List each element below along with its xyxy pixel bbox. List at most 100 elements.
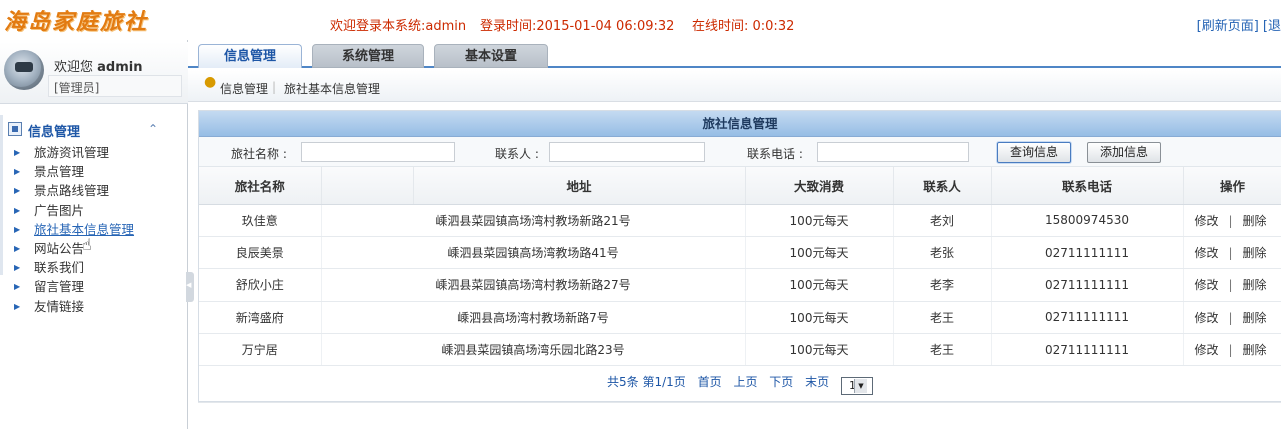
action-separator: | [1228,278,1233,293]
phone-label: 联系电话 : [747,147,803,161]
cell-address: 嵊泗县菜园镇高场湾乐园北路23号 [321,333,746,367]
sidebar-item-contact-us[interactable]: 联系我们 [14,258,184,277]
table-row: 舒欣小庄 嵊泗县菜园镇高场湾村教场新路27号 100元每天 老李 0271111… [199,268,1281,302]
site-logo: 海岛家庭旅社 [4,9,149,35]
refresh-page-link[interactable]: [刷新页面] [退 [1197,15,1281,34]
tab-system-management[interactable]: 系统管理 [312,44,424,68]
delete-link[interactable]: 删除 [1243,214,1267,228]
cell-cost: 100元每天 [745,268,894,302]
last-page-link[interactable]: 末页 [805,375,829,389]
phone-input[interactable] [817,142,969,162]
sidebar-item-label: 景点管理 [34,164,85,180]
delete-link[interactable]: 删除 [1243,278,1267,292]
cell-contact: 老王 [893,301,992,335]
top-header: 海岛家庭旅社 欢迎登录本系统:admin 登录时间:2015-01-04 06:… [0,0,1281,40]
cell-address: 嵊泗县菜园镇高场湾村教场新路21号 [321,204,746,237]
col-header-blank [321,167,414,205]
hostel-table: 旅社名称 地址 大致消费 联系人 联系电话 操作 玖佳意 嵊泗县菜园镇高场湾村教… [199,167,1281,367]
next-page-link[interactable]: 下页 [769,375,793,389]
user-welcome: 欢迎您 admin [54,56,143,75]
cell-phone: 02711111111 [991,236,1184,270]
edit-link[interactable]: 修改 [1194,214,1218,228]
col-header-phone: 联系电话 [991,167,1184,205]
query-button[interactable]: 查询信息 [997,142,1071,163]
delete-link[interactable]: 删除 [1243,246,1267,260]
welcome-message: 欢迎登录本系统:admin [330,19,467,34]
action-separator: | [1228,246,1233,261]
chevron-down-icon: ▼ [853,379,867,394]
table-row: 玖佳意 嵊泗县菜园镇高场湾村教场新路21号 100元每天 老刘 15800974… [199,204,1281,237]
cell-cost: 100元每天 [745,236,894,270]
edit-link[interactable]: 修改 [1194,343,1218,357]
tab-info-management[interactable]: 信息管理 [198,44,302,68]
hostel-name-input[interactable] [301,142,455,162]
sidebar-item-scenic-spots[interactable]: 景点管理 [14,162,184,181]
cell-cost: 100元每天 [745,204,894,237]
delete-link[interactable]: 删除 [1243,311,1267,325]
sidebar-item-announcements[interactable]: 网站公告 [14,239,184,258]
menu-group-title: 信息管理 [28,125,81,140]
cell-name: 良辰美景 [199,236,322,270]
col-header-address: 地址 [413,167,746,205]
table-header-row: 旅社名称 地址 大致消费 联系人 联系电话 操作 [199,167,1281,205]
cell-cost: 100元每天 [745,301,894,335]
table-row: 新湾盛府 嵊泗县高场湾村教场新路7号 100元每天 老王 02711111111… [199,301,1281,335]
user-role: [管理员] [54,81,100,95]
sidebar-collapse-handle[interactable] [186,272,194,302]
sidebar-item-label: 友情链接 [34,298,85,314]
col-header-name: 旅社名称 [199,167,322,205]
sidebar-item-label: 联系我们 [34,260,85,276]
sidebar-item-travel-news[interactable]: 旅游资讯管理 [14,143,184,162]
edit-link[interactable]: 修改 [1194,278,1218,292]
sidebar-menu: 旅游资讯管理 景点管理 景点路线管理 广告图片 旅社基本信息管理 网站公告 联系… [14,143,184,316]
cell-contact: 老李 [893,268,992,302]
menu-group-header[interactable]: 信息管理 ⌃ [6,120,182,140]
hostel-info-panel: 旅社信息管理 旅社名称 : 联系人 : 联系电话 : 查询信息 添加信息 旅社名… [198,110,1281,402]
prev-page-link[interactable]: 上页 [733,375,757,389]
action-separator: | [1228,310,1233,325]
cell-cost: 100元每天 [745,333,894,367]
action-separator: | [1228,343,1233,358]
search-bar: 旅社名称 : 联系人 : 联系电话 : 查询信息 添加信息 [199,137,1281,167]
page-select[interactable]: 1 ▼ [840,377,873,396]
login-time: 登录时间:2015-01-04 06:09:32 [480,19,675,34]
cell-contact: 老王 [893,333,992,367]
first-page-link[interactable]: 首页 [698,375,722,389]
edit-link[interactable]: 修改 [1194,246,1218,260]
cell-phone: 02711111111 [991,268,1184,302]
cell-phone: 02711111111 [991,301,1184,335]
delete-link[interactable]: 删除 [1243,343,1267,357]
breadcrumb-level1[interactable]: 信息管理 [220,80,268,97]
avatar [4,50,44,90]
add-info-button[interactable]: 添加信息 [1087,142,1161,163]
edit-link[interactable]: 修改 [1194,311,1218,325]
tab-basic-settings[interactable]: 基本设置 [434,44,548,68]
contact-input[interactable] [549,142,705,162]
sidebar-item-label: 景点路线管理 [34,183,110,199]
sidebar-item-messages[interactable]: 留言管理 [14,277,184,296]
sidebar-item-friend-links[interactable]: 友情链接 [14,297,184,316]
sidebar-item-hostel-info[interactable]: 旅社基本信息管理 [14,220,184,239]
tab-bar: 信息管理 系统管理 基本设置 [188,42,1281,68]
action-separator: | [1228,213,1233,228]
sidebar-item-label: 广告图片 [34,202,85,218]
col-header-actions: 操作 [1183,167,1281,205]
cell-actions: 修改 | 删除 [1183,268,1281,302]
cell-address: 嵊泗县菜园镇高场湾村教场新路27号 [321,268,746,302]
cell-address: 嵊泗县高场湾村教场新路7号 [321,301,746,335]
online-time: 在线时间: 0:0:32 [692,19,795,34]
cell-contact: 老刘 [893,204,992,237]
chevron-double-up-icon[interactable]: ⌃ [148,122,158,136]
cell-name: 玖佳意 [199,204,322,237]
edit-document-icon [8,122,22,136]
cell-name: 舒欣小庄 [199,268,322,302]
cell-contact: 老张 [893,236,992,270]
sidebar-item-ad-images[interactable]: 广告图片 [14,201,184,220]
username: admin [97,60,143,75]
cell-name: 新湾盛府 [199,301,322,335]
sidebar-item-label: 留言管理 [34,279,85,295]
sidebar-item-label: 旅游资讯管理 [34,145,110,160]
sidebar-item-scenic-routes[interactable]: 景点路线管理 [14,181,184,200]
cell-phone: 15800974530 [991,204,1184,237]
lightbulb-icon: ● [204,74,217,90]
